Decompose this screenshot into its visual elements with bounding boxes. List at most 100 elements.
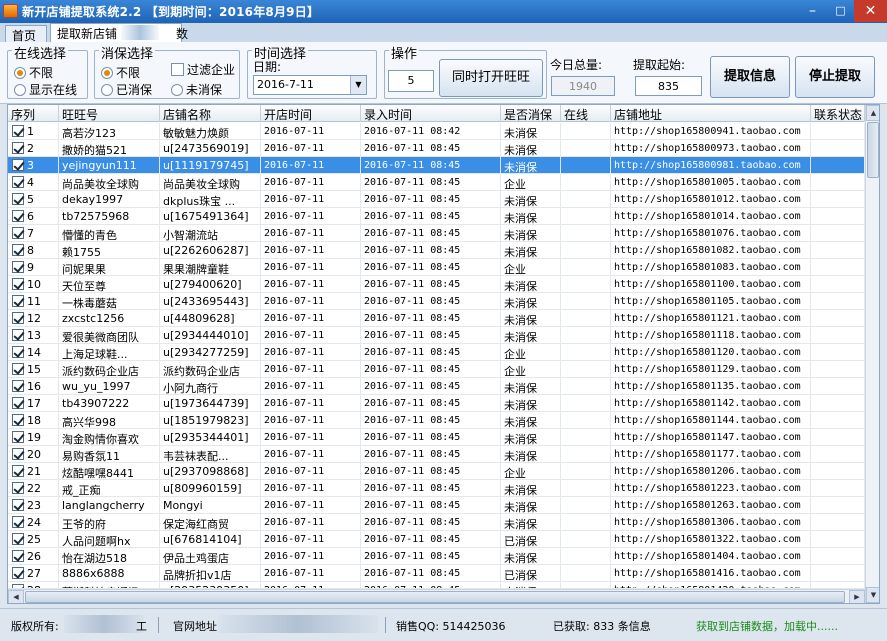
table-row[interactable]: 7 懵懂的青色 小智潮流站 2016-07-11 2016-07-11 08:45 未消保… — [8, 225, 865, 242]
table-row[interactable]: 27 8886x6888 品牌折扣v1店 2016-07-11 2016-07-11 0… — [8, 565, 865, 582]
row-checkbox[interactable] — [12, 261, 24, 273]
cell-index[interactable]: 12 — [8, 310, 59, 327]
cell-index[interactable]: 20 — [8, 446, 59, 463]
table-row[interactable]: 21 炫酷嘿嘿8441 u[2937098868] 2016-07-11 2016-07… — [8, 463, 865, 480]
row-checkbox[interactable] — [12, 295, 24, 307]
row-checkbox[interactable] — [12, 346, 24, 358]
cell-index[interactable]: 24 — [8, 514, 59, 531]
table-row[interactable]: 15 派约数码企业店 派约数码企业店 2016-07-11 2016-07-11 08:… — [8, 361, 865, 378]
cell-index[interactable]: 14 — [8, 344, 59, 361]
row-checkbox[interactable] — [12, 312, 24, 324]
table-row[interactable]: 25 人品问题啊hx u[676814104] 2016-07-11 2016-07-1… — [8, 531, 865, 548]
cell-index[interactable]: 7 — [8, 225, 59, 242]
cell-index[interactable]: 5 — [8, 191, 59, 208]
row-checkbox[interactable] — [12, 244, 24, 256]
col-xiaobao[interactable]: 是否消保 — [501, 105, 561, 122]
close-button[interactable]: ✕ — [854, 0, 887, 22]
col-shop-name[interactable]: 店铺名称 — [160, 105, 261, 122]
table-row[interactable]: 26 怡在湖边518 伊品土鸡蛋店 2016-07-11 2016-07-11 08:4… — [8, 548, 865, 565]
row-checkbox[interactable] — [12, 516, 24, 528]
row-checkbox[interactable] — [12, 499, 24, 511]
table-row[interactable]: 22 戒_正痴 u[809960159] 2016-07-11 2016-07-11 0… — [8, 480, 865, 497]
table-row[interactable]: 14 上海足球鞋... u[2934277259] 2016-07-11 2016-07… — [8, 344, 865, 361]
xiaobao-yes-radio[interactable]: 已消保 — [101, 81, 152, 98]
row-checkbox[interactable] — [12, 142, 24, 154]
row-checkbox[interactable] — [12, 397, 24, 409]
table-row[interactable]: 1 高若汐123 敏敏魅力焕颜 2016-07-11 2016-07-11 08:42 未… — [8, 123, 865, 140]
xiaobao-no-radio[interactable]: 未消保 — [171, 81, 222, 98]
table-row[interactable]: 17 tb43907222 u[1973644739] 2016-07-11 2016-… — [8, 395, 865, 412]
vertical-scroll-thumb[interactable] — [867, 122, 879, 178]
maximize-button[interactable]: □ — [826, 0, 855, 22]
table-row[interactable]: 28蔓斯科铭皇通讯u[2935239350]2016-07-112016-07-… — [8, 582, 865, 589]
cell-index[interactable]: 11 — [8, 293, 59, 310]
row-checkbox[interactable] — [12, 448, 24, 460]
row-checkbox[interactable] — [12, 193, 24, 205]
cell-index[interactable]: 23 — [8, 497, 59, 514]
table-row[interactable]: 11 一株毒蘑菇 u[2433695443] 2016-07-11 2016-07-11… — [8, 293, 865, 310]
col-wangwang[interactable]: 旺旺号 — [59, 105, 160, 122]
dropdown-arrow-icon[interactable]: ▼ — [350, 76, 366, 94]
horizontal-scroll-thumb[interactable] — [25, 591, 845, 603]
scroll-left-icon[interactable]: ◀ — [8, 590, 24, 603]
table-row[interactable]: 3 yejingyun111 u[1119179745] 2016-07-11 2016… — [8, 157, 865, 174]
row-checkbox[interactable] — [12, 210, 24, 222]
col-entry-time[interactable]: 录入时间 — [361, 105, 501, 122]
row-checkbox[interactable] — [12, 278, 24, 290]
row-checkbox[interactable] — [12, 363, 24, 375]
row-checkbox[interactable] — [12, 482, 24, 494]
cell-index[interactable]: 26 — [8, 548, 59, 565]
table-row[interactable]: 24 王爷的府 保定海红商贸 2016-07-11 2016-07-11 08:45 未消… — [8, 514, 865, 531]
open-count-input[interactable]: 5 — [388, 70, 434, 92]
table-row[interactable]: 6 tb72575968 u[1675491364] 2016-07-11 2016-0… — [8, 208, 865, 225]
cell-index[interactable]: 6 — [8, 208, 59, 225]
table-row[interactable]: 9 问妮果果 果果潮牌童鞋 2016-07-11 2016-07-11 08:45 企业 h… — [8, 259, 865, 276]
tab-extract-new-shops[interactable]: 提取新店铺 数 — [50, 23, 188, 42]
table-row[interactable]: 18 高兴华998 u[1851979823] 2016-07-11 2016-07-1… — [8, 412, 865, 429]
minimize-button[interactable]: – — [798, 0, 827, 22]
xiaobao-any-radio[interactable]: 不限 — [101, 64, 140, 81]
cell-index[interactable]: 28 — [8, 582, 59, 588]
col-online[interactable]: 在线 — [561, 105, 611, 122]
table-row[interactable]: 5 dekay1997 dkplus珠宝 ... 2016-07-11 2016-07-… — [8, 191, 865, 208]
row-checkbox[interactable] — [12, 465, 24, 477]
table-row[interactable]: 19 淘金购情你喜欢 u[2935344401] 2016-07-11 2016-07-… — [8, 429, 865, 446]
scroll-up-icon[interactable]: ▲ — [866, 105, 879, 121]
cell-index[interactable]: 21 — [8, 463, 59, 480]
row-checkbox[interactable] — [12, 227, 24, 239]
cell-index[interactable]: 2 — [8, 140, 59, 157]
cell-index[interactable]: 16 — [8, 378, 59, 395]
vertical-scrollbar[interactable]: ▲ ▼ — [865, 105, 879, 603]
cell-index[interactable]: 22 — [8, 480, 59, 497]
table-row[interactable]: 13 爱很美微商团队 u[2934444010] 2016-07-11 2016-07-… — [8, 327, 865, 344]
scroll-right-icon[interactable]: ▶ — [849, 590, 865, 603]
row-checkbox[interactable] — [12, 431, 24, 443]
table-row[interactable]: 12 zxcstc1256 u[44809628] 2016-07-11 2016-07… — [8, 310, 865, 327]
cell-index[interactable]: 4 — [8, 174, 59, 191]
cell-index[interactable]: 19 — [8, 429, 59, 446]
row-checkbox[interactable] — [12, 414, 24, 426]
cell-index[interactable]: 10 — [8, 276, 59, 293]
cell-index[interactable]: 3 — [8, 157, 59, 174]
cell-index[interactable]: 1 — [8, 123, 59, 140]
table-row[interactable]: 10 天位至尊 u[279400620] 2016-07-11 2016-07-11 0… — [8, 276, 865, 293]
row-checkbox[interactable] — [12, 380, 24, 392]
row-checkbox[interactable] — [12, 159, 24, 171]
extract-info-button[interactable]: 提取信息 — [710, 56, 790, 98]
cell-index[interactable]: 18 — [8, 412, 59, 429]
table-row[interactable]: 4 尚品美妆全球购 尚品美妆全球购 2016-07-11 2016-07-11 08:4… — [8, 174, 865, 191]
row-checkbox[interactable] — [12, 567, 24, 579]
col-index[interactable]: 序列 — [8, 105, 59, 122]
cell-index[interactable]: 15 — [8, 361, 59, 378]
row-checkbox[interactable] — [12, 125, 24, 137]
row-checkbox[interactable] — [12, 176, 24, 188]
cell-index[interactable]: 13 — [8, 327, 59, 344]
col-contact[interactable]: 联系状态 — [811, 105, 865, 122]
open-wangwang-button[interactable]: 同时打开旺旺 — [439, 59, 543, 97]
online-only-radio[interactable]: 显示在线 — [14, 81, 77, 98]
cell-index[interactable]: 9 — [8, 259, 59, 276]
cell-index[interactable]: 8 — [8, 242, 59, 259]
horizontal-scrollbar[interactable]: ◀ ▶ — [8, 589, 865, 603]
col-shop-url[interactable]: 店铺地址 — [611, 105, 811, 122]
table-row[interactable]: 8 赖1755 u[2262606287] 2016-07-11 2016-07-11 … — [8, 242, 865, 259]
